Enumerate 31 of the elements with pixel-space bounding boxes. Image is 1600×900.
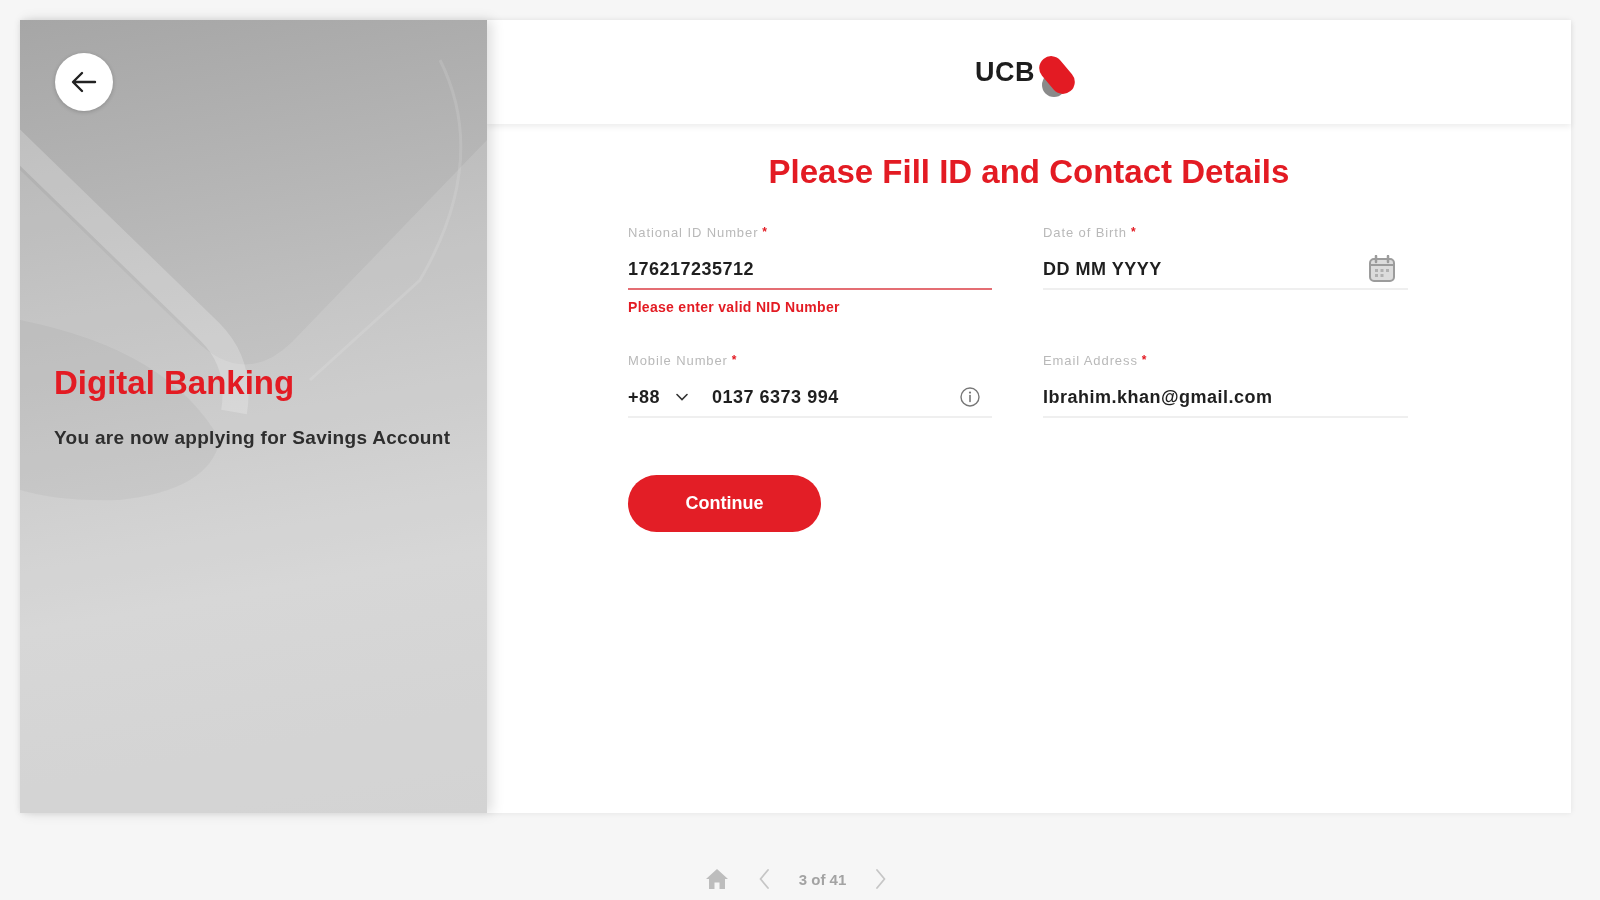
sidebar-title: Digital Banking: [54, 364, 295, 402]
next-button[interactable]: [876, 869, 887, 889]
home-button[interactable]: [704, 868, 729, 890]
arrow-left-icon: [71, 71, 97, 93]
previous-button[interactable]: [758, 869, 769, 889]
chevron-down-icon: [676, 393, 689, 401]
required-asterisk: *: [1130, 225, 1136, 239]
field-label: Email Address: [1043, 353, 1138, 369]
required-asterisk: *: [762, 225, 768, 239]
continue-button[interactable]: Continue: [628, 475, 821, 532]
info-icon[interactable]: [960, 387, 980, 407]
required-asterisk: *: [1141, 353, 1147, 367]
home-icon: [704, 868, 729, 890]
error-message: Please enter valid NID Number: [628, 300, 841, 315]
country-code-dropdown[interactable]: +88: [628, 386, 689, 408]
calendar-icon[interactable]: [1368, 255, 1396, 283]
input-field[interactable]: Ibrahim.khan@gmail.com: [1043, 378, 1408, 418]
logo-wordmark: UCB: [975, 56, 1035, 88]
form-title: Please Fill ID and Contact Details: [768, 153, 1290, 191]
date-field[interactable]: DD MM YYYY: [1043, 250, 1408, 290]
chevron-left-icon: [758, 869, 769, 889]
field-label: Mobile Number: [628, 353, 728, 369]
chevron-right-icon: [876, 869, 887, 889]
input-field[interactable]: 176217235712: [628, 250, 992, 290]
required-asterisk: *: [731, 353, 737, 367]
page-counter: 3 of 41: [798, 870, 847, 888]
phone-field[interactable]: +88 0137 6373 994: [628, 378, 992, 418]
field-label: Date of Birth: [1043, 225, 1127, 241]
back-button[interactable]: [55, 53, 113, 111]
field-label: National ID Number: [628, 225, 759, 241]
sidebar-subtitle: You are now applying for Savings Account: [54, 426, 451, 450]
